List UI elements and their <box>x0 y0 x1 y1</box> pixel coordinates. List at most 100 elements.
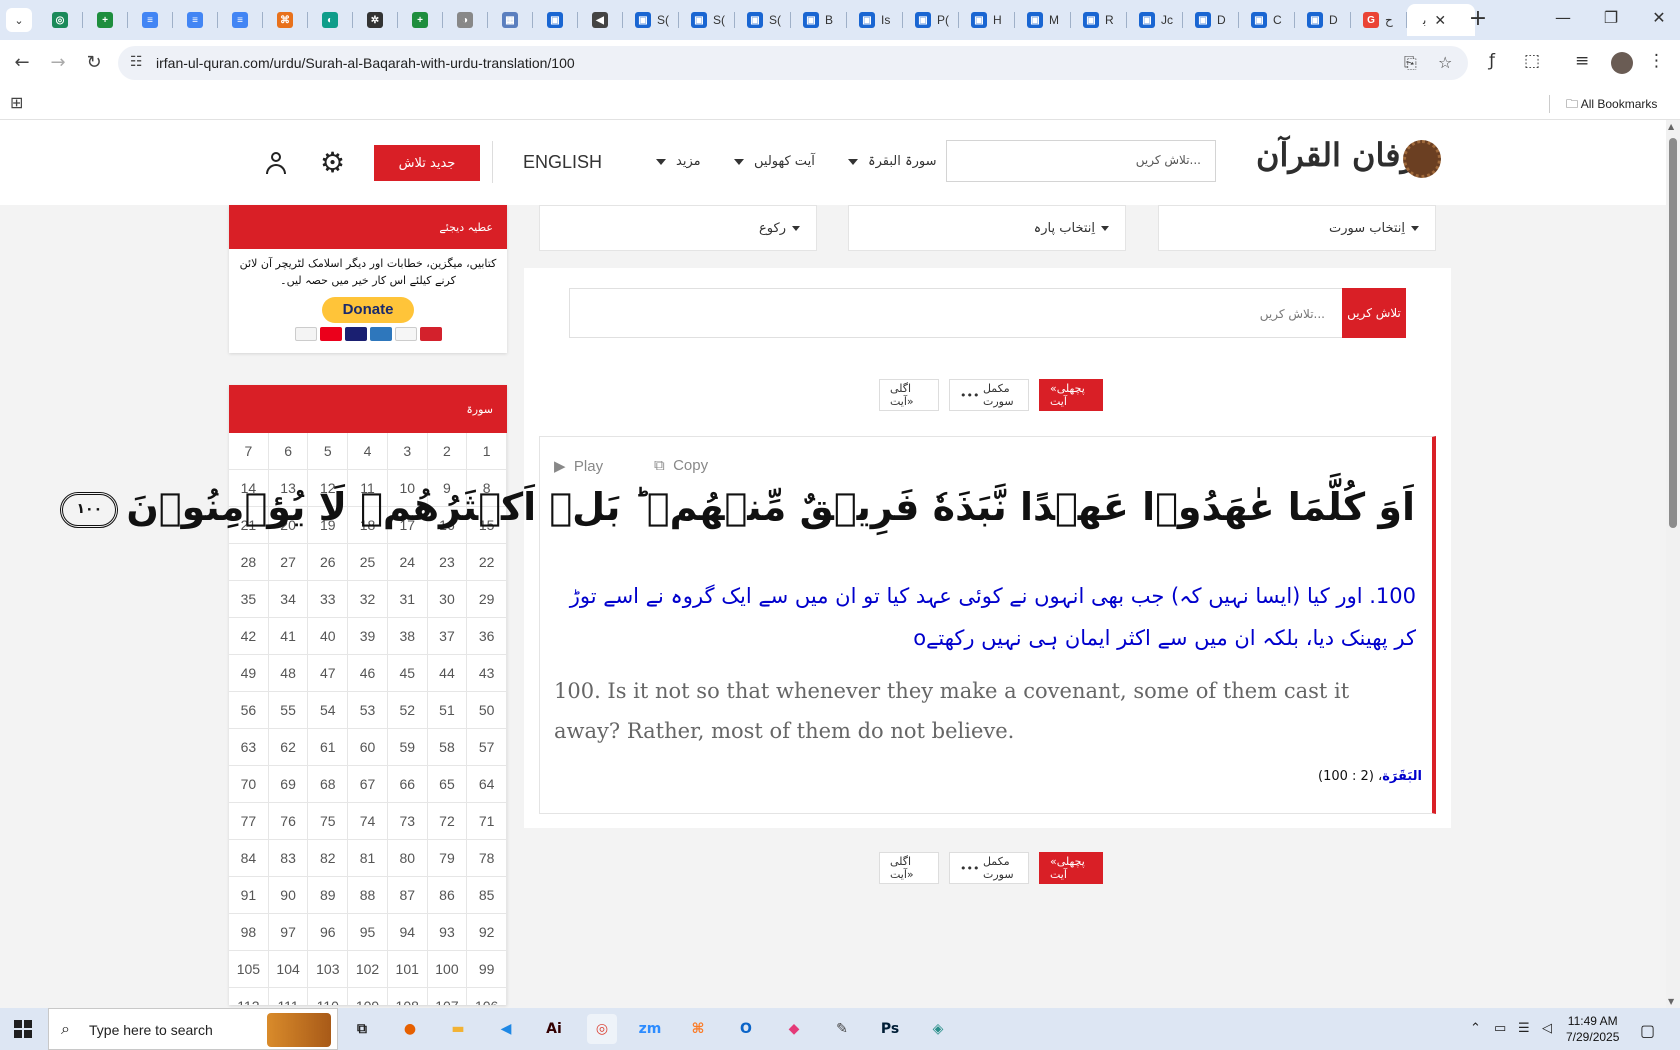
nav-more-dropdown[interactable]: مزید <box>656 154 701 169</box>
surah-number-cell[interactable]: 42 <box>229 618 269 655</box>
restore-icon[interactable]: ❐ <box>1588 8 1634 27</box>
surah-number-cell[interactable]: 61 <box>308 729 349 766</box>
select-para-dropdown[interactable]: اِنتخاب پارہ <box>848 205 1126 251</box>
surah-number-cell[interactable]: 83 <box>268 840 309 877</box>
surah-number-cell[interactable]: 76 <box>268 803 309 840</box>
prev-ayah-button[interactable]: «پچھلی آیت <box>1039 379 1103 411</box>
surah-number-cell[interactable]: 84 <box>229 840 269 877</box>
surah-number-cell[interactable]: 25 <box>348 544 388 581</box>
taskbar-illustrator-icon[interactable]: Ai <box>539 1014 569 1044</box>
surah-number-cell[interactable]: 111 <box>269 988 309 1005</box>
surah-number-cell[interactable]: 74 <box>348 803 388 840</box>
reload-icon[interactable]: ↻ <box>82 52 106 73</box>
surah-number-cell[interactable]: 60 <box>348 729 388 766</box>
forward-icon[interactable]: → <box>46 52 70 73</box>
apps-grid-icon[interactable]: ⊞ <box>10 93 23 112</box>
minimize-icon[interactable]: — <box>1540 8 1586 27</box>
all-bookmarks[interactable]: 🗀 All Bookmarks <box>1566 95 1657 116</box>
surah-number-cell[interactable]: 39 <box>348 618 388 655</box>
taskbar-photoshop-icon[interactable]: Ps <box>875 1014 905 1044</box>
surah-number-cell[interactable]: 4 <box>348 433 388 470</box>
nav-ayah-dropdown[interactable]: آیت کھولیں <box>734 154 815 169</box>
browser-tab[interactable]: ▣ <box>533 4 578 36</box>
surah-number-cell[interactable]: 50 <box>467 692 507 729</box>
tab-search-button[interactable]: ⌄ <box>6 8 32 32</box>
surah-number-cell[interactable]: 112 <box>229 988 269 1005</box>
browser-tab[interactable]: ▣ S( <box>735 4 791 36</box>
ayah-search-input[interactable]: تلاش کریں... تلاش کریں <box>569 288 1406 338</box>
surah-number-cell[interactable]: 43 <box>467 655 507 692</box>
surah-number-cell[interactable]: 35 <box>229 581 269 618</box>
extension-f-icon[interactable]: ƒ <box>1489 51 1495 71</box>
new-search-button[interactable]: جدید تلاش <box>374 145 480 181</box>
browser-tab[interactable]: ▣ P( <box>903 4 959 36</box>
surah-number-cell[interactable]: 97 <box>268 914 309 951</box>
browser-tab[interactable]: ≡ <box>173 4 218 36</box>
taskbar-pen-tool-icon[interactable]: ✎ <box>827 1014 857 1044</box>
surah-number-cell[interactable]: 86 <box>427 877 468 914</box>
surah-number-cell[interactable]: 87 <box>387 877 428 914</box>
header-search-input[interactable]: تلاش کریں... <box>946 140 1216 182</box>
surah-number-cell[interactable]: 30 <box>427 581 468 618</box>
surah-number-cell[interactable]: 32 <box>348 581 388 618</box>
taskbar-xampp-icon[interactable]: ⌘ <box>683 1014 713 1044</box>
surah-number-cell[interactable]: 96 <box>308 914 349 951</box>
surah-number-cell[interactable]: 91 <box>229 877 269 914</box>
windows-start-icon[interactable] <box>14 1020 32 1038</box>
taskbar-firefox-icon[interactable]: ● <box>395 1014 425 1044</box>
browser-tab[interactable]: ⌘ <box>263 4 308 36</box>
surah-number-cell[interactable]: 7 <box>229 433 269 470</box>
surah-number-cell[interactable]: 67 <box>348 766 388 803</box>
surah-number-cell[interactable]: 65 <box>427 766 468 803</box>
browser-tab[interactable]: ▣ C <box>1239 4 1295 36</box>
copy-button[interactable]: ⧉ Copy <box>654 457 708 474</box>
surah-number-cell[interactable]: 88 <box>348 877 388 914</box>
select-surah-dropdown[interactable]: اِنتخاب سورت <box>1158 205 1436 251</box>
surah-number-cell[interactable]: 70 <box>229 766 269 803</box>
browser-tab[interactable]: ▣ R <box>1071 4 1127 36</box>
surah-number-cell[interactable]: 44 <box>427 655 468 692</box>
browser-tab[interactable]: ▣ S( <box>679 4 735 36</box>
surah-number-cell[interactable]: 64 <box>467 766 507 803</box>
site-logo[interactable]: عرفان القرآن <box>1256 134 1441 186</box>
surah-number-cell[interactable]: 46 <box>348 655 388 692</box>
browser-tab[interactable]: ▣ Is <box>847 4 903 36</box>
surah-number-cell[interactable]: 105 <box>229 951 269 988</box>
surah-number-cell[interactable]: 104 <box>268 951 309 988</box>
surah-number-cell[interactable]: 41 <box>268 618 309 655</box>
surah-number-cell[interactable]: 94 <box>387 914 428 951</box>
browser-tab[interactable]: ▣ D <box>1183 4 1239 36</box>
page-scrollbar[interactable]: ▲ ▼ <box>1666 120 1680 1008</box>
reference-surah-link[interactable]: البَقَرَة <box>1382 769 1422 784</box>
surah-number-cell[interactable]: 99 <box>467 951 507 988</box>
surah-number-cell[interactable]: 69 <box>268 766 309 803</box>
taskbar-app-blue-icon[interactable]: ◈ <box>923 1014 953 1044</box>
browser-tab[interactable]: ≡ <box>128 4 173 36</box>
scrollbar-thumb[interactable] <box>1669 138 1677 528</box>
media-control-icon[interactable]: ≡ <box>1575 51 1589 71</box>
surah-number-cell[interactable]: 34 <box>268 581 309 618</box>
browser-tab[interactable]: ▣ B <box>791 4 847 36</box>
browser-tab[interactable]: ◐ <box>308 4 353 36</box>
surah-number-cell[interactable]: 38 <box>387 618 428 655</box>
taskbar-search[interactable]: ⌕ Type here to search <box>48 1008 338 1050</box>
play-button[interactable]: ▶ Play <box>554 457 603 475</box>
surah-number-cell[interactable]: 68 <box>308 766 349 803</box>
surah-number-cell[interactable]: 93 <box>427 914 468 951</box>
browser-tab[interactable]: Gح <box>1351 4 1407 36</box>
surah-number-cell[interactable]: 55 <box>268 692 309 729</box>
select-ruku-dropdown[interactable]: رکوع <box>539 205 817 251</box>
prev-ayah-button[interactable]: «پچھلی آیت <box>1039 852 1103 884</box>
surah-number-cell[interactable]: 45 <box>387 655 428 692</box>
surah-number-cell[interactable]: 3 <box>387 433 428 470</box>
surah-number-cell[interactable]: 98 <box>229 914 269 951</box>
surah-number-cell[interactable]: 80 <box>387 840 428 877</box>
surah-number-cell[interactable]: 58 <box>427 729 468 766</box>
surah-number-cell[interactable]: 92 <box>467 914 507 951</box>
close-window-icon[interactable]: ✕ <box>1636 8 1680 27</box>
surah-number-cell[interactable]: 109 <box>348 988 388 1005</box>
surah-number-cell[interactable]: 75 <box>308 803 349 840</box>
surah-number-cell[interactable]: 49 <box>229 655 269 692</box>
surah-number-cell[interactable]: 31 <box>387 581 428 618</box>
full-surah-button[interactable]: ••• مکمل سورت <box>949 852 1029 884</box>
